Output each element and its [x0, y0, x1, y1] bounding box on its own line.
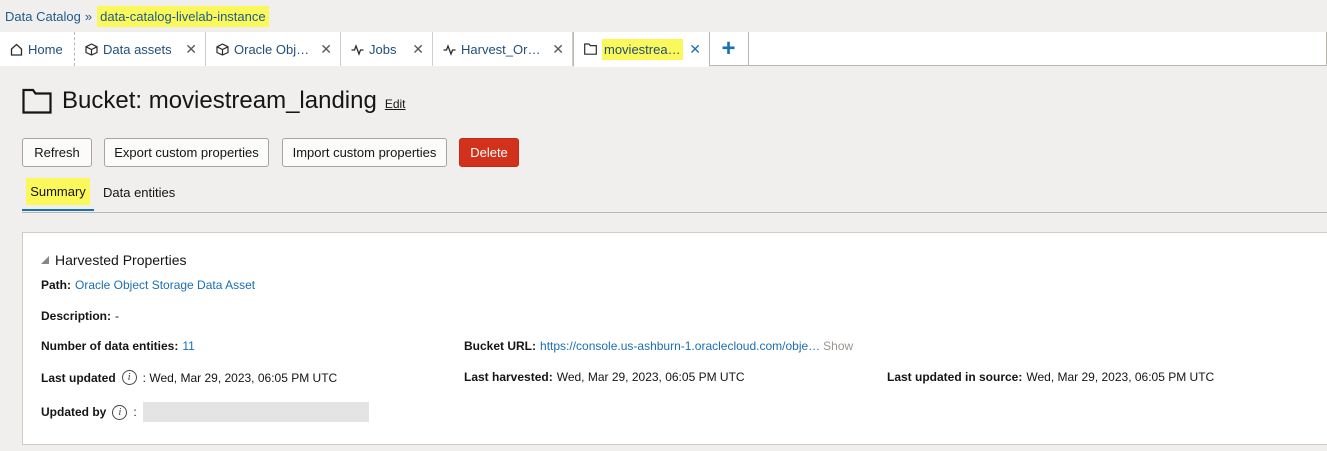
- last-harvested-field: Last harvested: Wed, Mar 29, 2023, 06:05…: [464, 370, 745, 384]
- folder-icon: [583, 42, 597, 56]
- breadcrumb: Data Catalog » data-catalog-livelab-inst…: [5, 5, 269, 27]
- num-entities-field: Number of data entities: 11: [41, 339, 195, 353]
- home-icon: [9, 42, 23, 56]
- last-updated-source-label: Last updated in source:: [887, 370, 1023, 384]
- folder-icon: [22, 88, 52, 114]
- updated-by-separator: :: [133, 405, 137, 419]
- path-label: Path:: [41, 278, 71, 292]
- page-header: Bucket: moviestream_landing Edit: [22, 86, 406, 116]
- last-updated-label: Last updated: [41, 370, 116, 385]
- tab-label: Jobs: [369, 41, 397, 57]
- activity-icon: [442, 42, 456, 56]
- collapse-triangle-icon: [41, 256, 49, 264]
- add-tab-button[interactable]: +: [709, 32, 749, 66]
- show-link[interactable]: Show: [823, 339, 853, 353]
- tab-harvest[interactable]: Harvest_Or… ✕: [433, 32, 573, 66]
- tab-bar: Home Data assets ✕ Oracle Obj… ✕ Jobs ✕ …: [0, 32, 1327, 67]
- tab-label: Data assets: [103, 41, 172, 57]
- last-updated-field: Last updated i : Wed, Mar 29, 2023, 06:0…: [41, 370, 337, 385]
- tab-label: Home: [28, 41, 63, 57]
- last-updated-value: : Wed, Mar 29, 2023, 06:05 PM UTC: [142, 370, 338, 385]
- cube-icon: [215, 42, 229, 56]
- tab-summary[interactable]: Summary: [22, 174, 94, 211]
- section-title: Harvested Properties: [55, 252, 187, 268]
- edit-link[interactable]: Edit: [385, 97, 406, 111]
- last-updated-source-value: Wed, Mar 29, 2023, 06:05 PM UTC: [1026, 370, 1215, 384]
- bucket-url-field: Bucket URL: https://console.us-ashburn-1…: [464, 339, 853, 353]
- tab-data-assets[interactable]: Data assets ✕: [75, 32, 206, 66]
- tab-data-entities[interactable]: Data entities: [103, 174, 175, 210]
- updated-by-redacted: [142, 402, 369, 422]
- breadcrumb-separator: »: [84, 8, 93, 24]
- tab-moviestream[interactable]: moviestrea… ✕: [573, 32, 710, 67]
- updated-by-label: Updated by: [41, 405, 107, 419]
- harvested-properties-toggle[interactable]: Harvested Properties: [41, 252, 187, 268]
- delete-button[interactable]: Delete: [459, 138, 519, 167]
- close-icon[interactable]: ✕: [412, 41, 424, 58]
- tab-label: Harvest_Or…: [461, 41, 541, 57]
- info-icon[interactable]: i: [112, 404, 128, 420]
- num-entities-link[interactable]: 11: [182, 339, 194, 353]
- tab-summary-label: Summary: [26, 178, 90, 205]
- import-custom-properties-button[interactable]: Import custom properties: [282, 138, 447, 167]
- path-link[interactable]: Oracle Object Storage Data Asset: [75, 278, 255, 292]
- breadcrumb-current-instance[interactable]: data-catalog-livelab-instance: [97, 5, 269, 27]
- tab-oracle-object[interactable]: Oracle Obj… ✕: [206, 32, 341, 66]
- tab-label: moviestrea…: [602, 38, 683, 60]
- refresh-button[interactable]: Refresh: [22, 138, 92, 167]
- description-label: Description:: [41, 309, 112, 323]
- page-title: Bucket: moviestream_landing: [62, 87, 377, 114]
- path-field: Path: Oracle Object Storage Data Asset: [41, 278, 255, 292]
- last-updated-source-field: Last updated in source: Wed, Mar 29, 202…: [887, 370, 1214, 384]
- description-field: Description: -: [41, 309, 119, 323]
- close-icon[interactable]: ✕: [185, 41, 197, 58]
- description-value: -: [115, 309, 120, 323]
- export-custom-properties-button[interactable]: Export custom properties: [104, 138, 269, 167]
- tab-home[interactable]: Home: [0, 32, 75, 66]
- close-icon[interactable]: ✕: [552, 41, 564, 58]
- bucket-url-label: Bucket URL:: [464, 339, 537, 353]
- info-icon[interactable]: i: [121, 370, 137, 385]
- bucket-url-link[interactable]: https://console.us-ashburn-1.oraclecloud…: [540, 339, 820, 353]
- num-entities-label: Number of data entities:: [41, 339, 179, 353]
- breadcrumb-data-catalog[interactable]: Data Catalog: [5, 9, 81, 24]
- tab-data-entities-label: Data entities: [103, 184, 176, 200]
- last-harvested-value: Wed, Mar 29, 2023, 06:05 PM UTC: [556, 370, 745, 384]
- updated-by-field: Updated by i :: [41, 402, 369, 422]
- activity-icon: [350, 42, 364, 56]
- detail-tabs: Summary Data entities: [22, 174, 1327, 213]
- close-icon[interactable]: ✕: [320, 41, 332, 58]
- harvested-properties-panel: Harvested Properties Path: Oracle Object…: [22, 232, 1327, 445]
- last-harvested-label: Last harvested:: [464, 370, 553, 384]
- tab-label: Oracle Obj…: [234, 41, 310, 57]
- tab-jobs[interactable]: Jobs ✕: [341, 32, 433, 66]
- close-icon[interactable]: ✕: [689, 41, 701, 58]
- cube-icon: [84, 42, 98, 56]
